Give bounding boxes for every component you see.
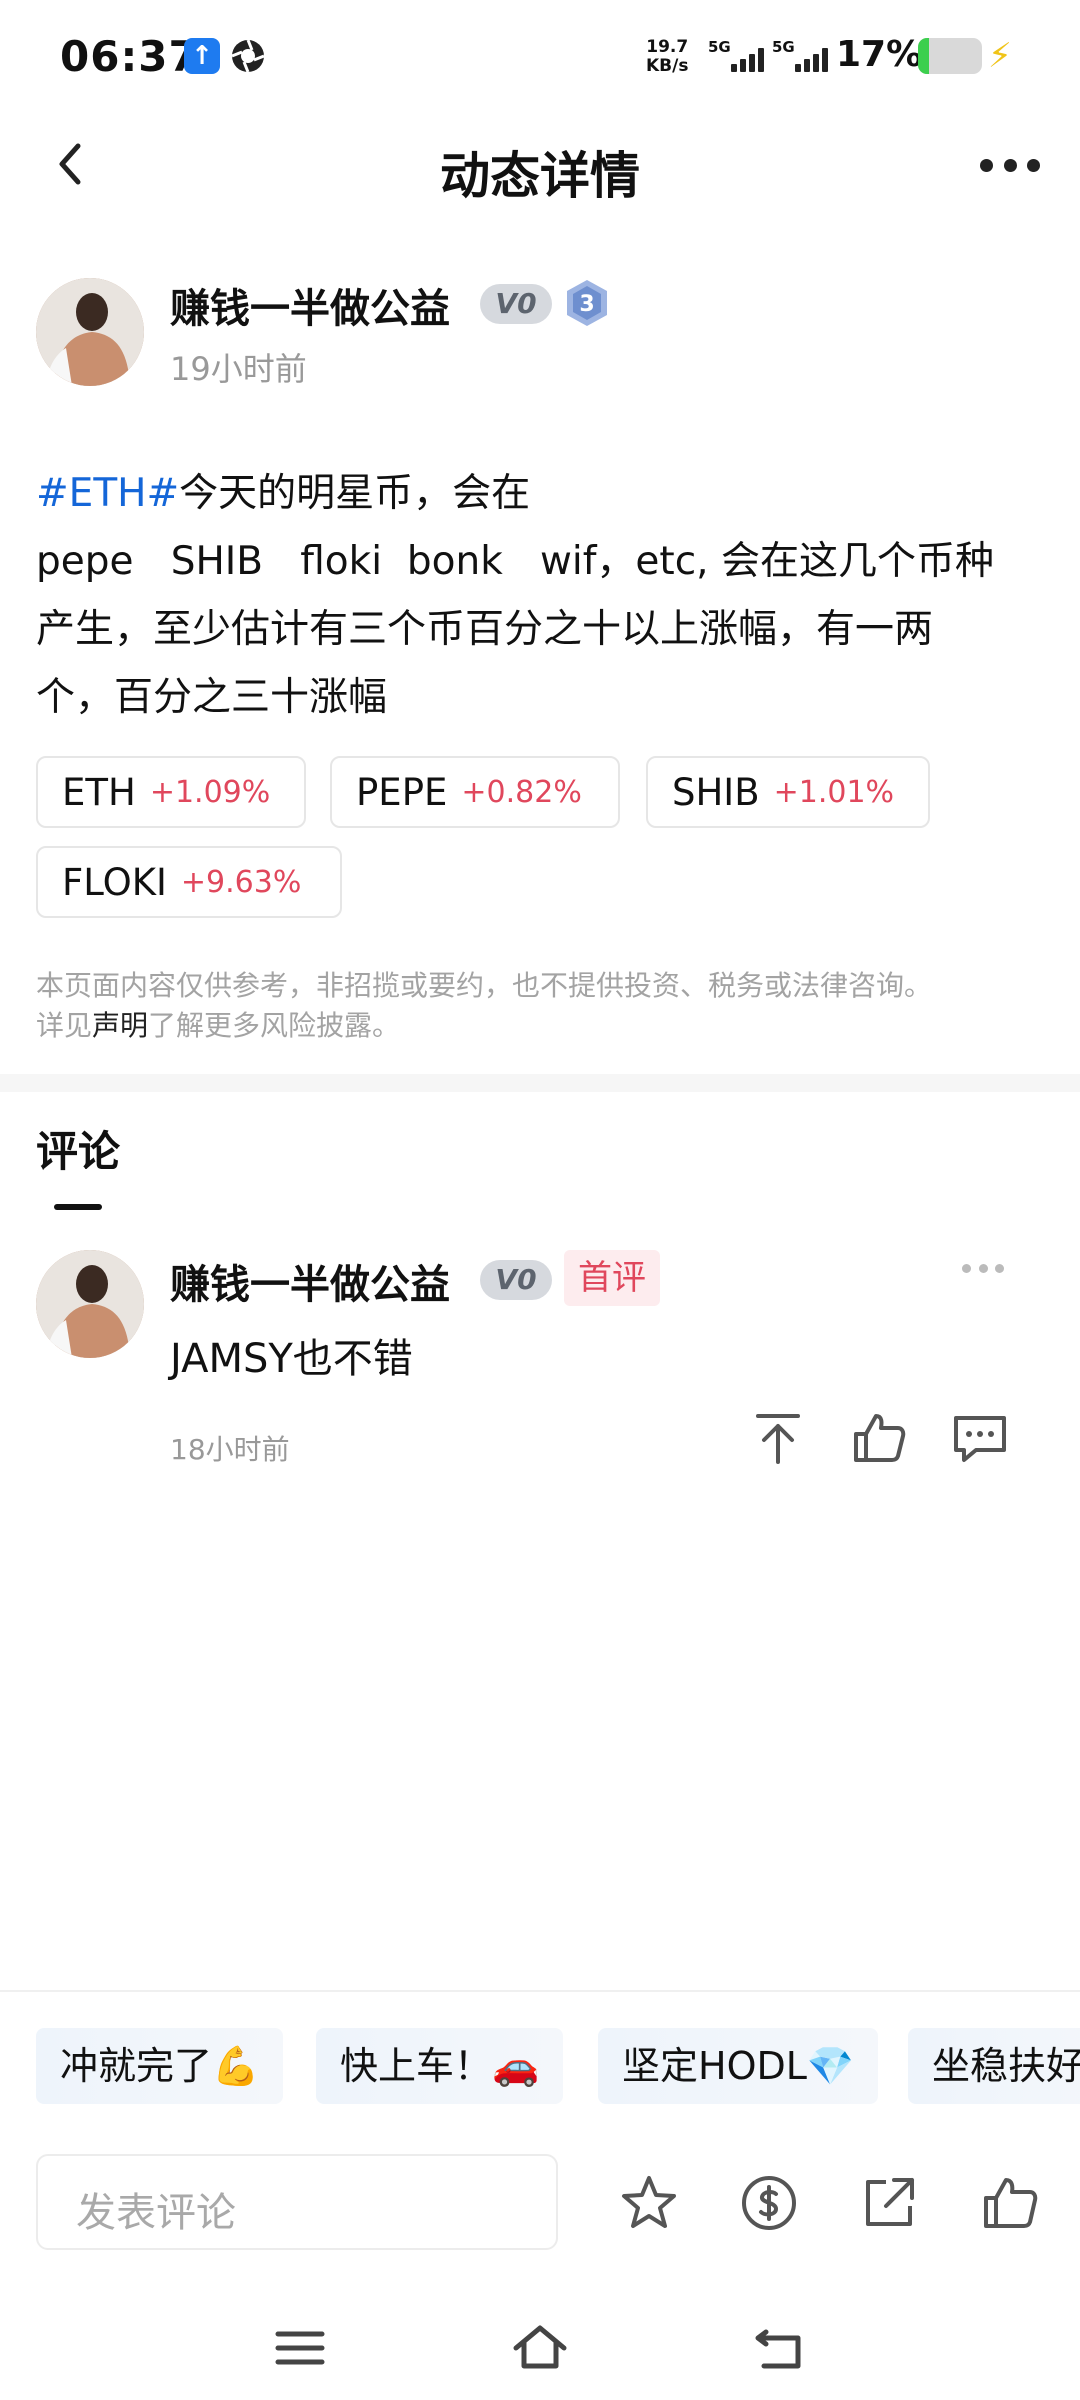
pin-top-icon[interactable] [748,1408,808,1468]
battery-icon [918,38,982,74]
charging-icon: ⚡ [988,36,1012,76]
aperture-icon [231,39,265,73]
like-post-icon[interactable] [978,2172,1040,2234]
comments-title[interactable]: 评论 [36,1118,120,1179]
coin-chip-eth[interactable]: ETH +1.09% [36,756,306,828]
comment-time: 18小时前 [170,1433,290,1466]
disclaimer: 本页面内容仅供参考，非招揽或要约，也不提供投资、税务或法律咨询。 详见声明了解更… [36,966,1046,1046]
battery-percent: 17% [836,34,923,75]
coin-symbol: ETH [62,770,136,814]
coin-change: +1.01% [773,774,895,810]
vip-badge: V0 [480,284,552,324]
quick-reply-chip[interactable]: 坐稳扶好 [908,2028,1080,2104]
comment-input-placeholder: 发表评论 [76,2190,236,2236]
signal-strength-2: 5G [772,38,828,74]
post-line-4: 个，百分之三十涨幅 [36,675,388,720]
post-line-1: 今天的明星币，会在 [179,471,531,516]
network-speed: 19.7 KB/s [646,38,688,76]
disclaimer-line: 本页面内容仅供参考，非招揽或要约，也不提供投资、税务或法律咨询。 [36,969,933,1002]
section-divider [0,1074,1080,1092]
coin-symbol: FLOKI [62,860,167,904]
post-content: #ETH#今天的明星币，会在 pepe SHIB floki bonk wif，… [36,460,1046,732]
disclaimer-prefix: 详见 [36,1009,93,1042]
signal-strength-1: 5G [708,38,764,74]
disclaimer-suffix: 了解更多风险披露。 [148,1009,401,1042]
comment-text: JAMSY也不错 [170,1336,413,1382]
favorite-star-icon[interactable] [618,2172,680,2234]
disclaimer-link[interactable]: 声明 [92,1009,148,1042]
signal-label-2: 5G [772,38,795,56]
post-line-3: 产生，至少估计有三个币百分之十以上涨幅，有一两 [36,607,934,652]
commenter-avatar[interactable] [36,1250,144,1358]
quick-reply-chip[interactable]: 快上车！🚗 [316,2028,564,2104]
back-icon[interactable] [750,2318,810,2378]
quick-reply-chip[interactable]: 冲就完了💪 [36,2028,284,2104]
coin-change: +0.82% [461,774,582,810]
coin-chip-shib[interactable]: SHIB +1.01% [646,756,930,828]
share-icon[interactable] [858,2172,920,2234]
post-time: 19小时前 [170,350,307,388]
comment-more-icon[interactable] [962,1264,1004,1273]
post-line-2: pepe SHIB floki bonk wif，etc, 会在这几个币种 [36,539,994,584]
comments-tab-indicator [54,1204,102,1210]
page-title: 动态详情 [440,147,640,205]
home-icon[interactable] [510,2318,570,2378]
comment-input[interactable]: 发表评论 [36,2154,558,2250]
coin-change: +9.63% [180,864,302,900]
author-avatar[interactable] [36,278,144,386]
network-speed-value: 19.7 [646,37,689,57]
reply-comment-icon[interactable] [950,1408,1010,1468]
tip-coin-icon[interactable] [738,2172,800,2234]
level-number: 3 [579,292,594,317]
coin-change: +1.09% [149,774,271,810]
signal-label-1: 5G [708,38,731,56]
commenter-name[interactable]: 赚钱一半做公益 [170,1252,450,1310]
status-bar: 06:37 ↑ 19.7 KB/s 5G 5G 17% ⚡ [0,0,1080,110]
level-badge-icon: 3 [567,280,607,326]
network-speed-unit: KB/s [646,56,689,76]
author-name[interactable]: 赚钱一半做公益 [170,276,450,334]
quick-reply-chip[interactable]: 坚定HODL💎 [598,2028,879,2104]
coin-chip-floki[interactable]: FLOKI +9.63% [36,846,342,918]
menu-icon[interactable] [270,2318,330,2378]
quick-reply-divider [0,1990,1080,1992]
coin-symbol: SHIB [672,770,760,814]
nav-bar: 动态详情 [0,110,1080,220]
system-nav-bar [0,2300,1080,2400]
hashtag-link[interactable]: #ETH# [36,471,179,516]
quick-reply-row: 冲就完了💪 快上车！🚗 坚定HODL💎 坐稳扶好 [0,2028,1080,2104]
commenter-vip-badge: V0 [480,1260,552,1300]
upload-icon: ↑ [184,38,220,74]
first-comment-badge: 首评 [564,1250,660,1306]
coin-chip-pepe[interactable]: PEPE +0.82% [330,756,620,828]
like-icon[interactable] [848,1408,908,1468]
more-options-icon[interactable] [980,150,1040,180]
coin-symbol: PEPE [356,770,448,814]
status-time: 06:37 [60,32,199,81]
